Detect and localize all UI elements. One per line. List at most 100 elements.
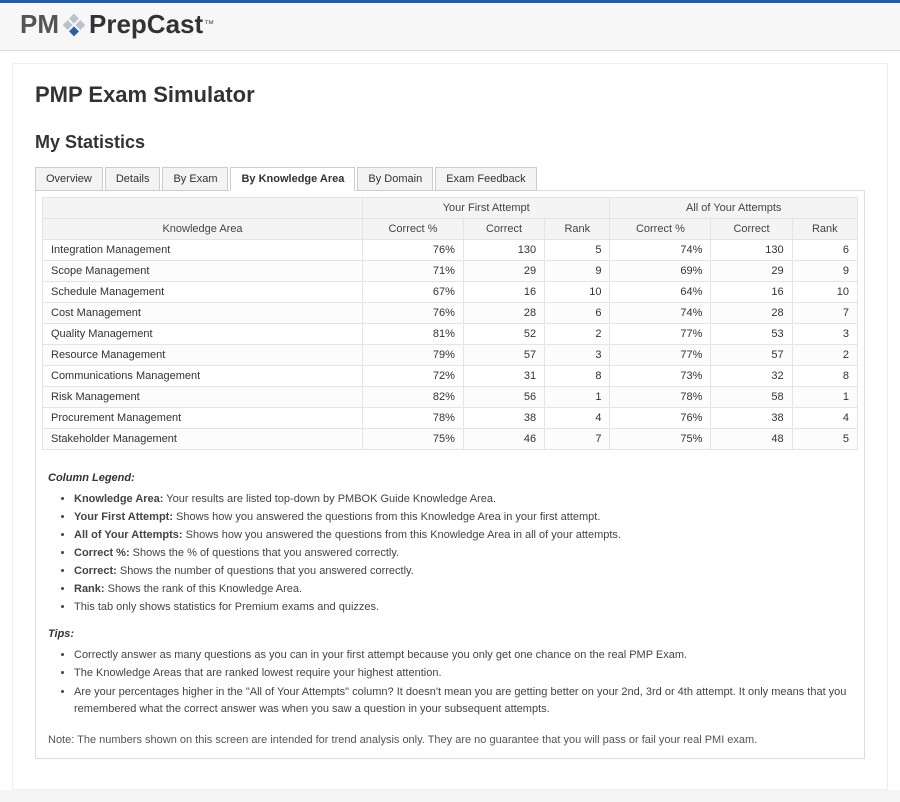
cell-first-correct: 46: [463, 429, 544, 450]
logo-tm: ™: [204, 19, 214, 30]
tab-details[interactable]: Details: [105, 167, 161, 191]
legend-item: Correct: Shows the number of questions t…: [74, 563, 852, 580]
cell-first-pct: 78%: [363, 408, 464, 429]
cell-all-pct: 74%: [610, 240, 711, 261]
cell-all-correct: 48: [711, 429, 792, 450]
cell-all-correct: 58: [711, 387, 792, 408]
cell-first-pct: 76%: [363, 303, 464, 324]
cell-all-correct: 53: [711, 324, 792, 345]
cell-first-correct: 52: [463, 324, 544, 345]
cell-first-correct: 28: [463, 303, 544, 324]
legend-item: This tab only shows statistics for Premi…: [74, 599, 852, 616]
cell-ka: Communications Management: [43, 366, 363, 387]
group-header-first: Your First Attempt: [363, 198, 610, 219]
tab-by-domain[interactable]: By Domain: [357, 167, 433, 191]
cell-all-correct: 29: [711, 261, 792, 282]
cell-all-pct: 64%: [610, 282, 711, 303]
cell-first-pct: 76%: [363, 240, 464, 261]
tip-item: The Knowledge Areas that are ranked lowe…: [74, 665, 852, 682]
section-title: My Statistics: [35, 132, 865, 153]
cell-first-correct: 31: [463, 366, 544, 387]
tip-item: Are your percentages higher in the "All …: [74, 684, 852, 718]
tips-title: Tips:: [48, 626, 852, 643]
cell-ka: Resource Management: [43, 345, 363, 366]
col-header-ka: Knowledge Area: [43, 219, 363, 240]
cell-first-correct: 56: [463, 387, 544, 408]
table-row: Resource Management79%57377%572: [43, 345, 858, 366]
legend-title: Column Legend:: [48, 470, 852, 487]
table-row: Stakeholder Management75%46775%485: [43, 429, 858, 450]
diamond-icon: [61, 12, 87, 38]
column-legend: Column Legend: Knowledge Area: Your resu…: [48, 470, 852, 718]
cell-all-pct: 69%: [610, 261, 711, 282]
tip-item: Correctly answer as many questions as yo…: [74, 647, 852, 664]
col-header-all-rank: Rank: [792, 219, 857, 240]
table-row: Cost Management76%28674%287: [43, 303, 858, 324]
tabs: OverviewDetailsBy ExamBy Knowledge AreaB…: [35, 167, 865, 191]
cell-first-rank: 5: [545, 240, 610, 261]
cell-first-rank: 2: [545, 324, 610, 345]
legend-item: All of Your Attempts: Shows how you answ…: [74, 527, 852, 544]
tab-by-knowledge-area[interactable]: By Knowledge Area: [230, 167, 355, 191]
cell-first-pct: 81%: [363, 324, 464, 345]
tips-list: Correctly answer as many questions as yo…: [48, 647, 852, 717]
cell-first-rank: 9: [545, 261, 610, 282]
topbar: PM PrepCast ™: [0, 3, 900, 51]
cell-first-pct: 71%: [363, 261, 464, 282]
cell-first-rank: 8: [545, 366, 610, 387]
col-header-first-pct: Correct %: [363, 219, 464, 240]
tab-by-exam[interactable]: By Exam: [162, 167, 228, 191]
cell-all-rank: 5: [792, 429, 857, 450]
cell-first-correct: 38: [463, 408, 544, 429]
table-row: Risk Management82%56178%581: [43, 387, 858, 408]
legend-item: Rank: Shows the rank of this Knowledge A…: [74, 581, 852, 598]
content-area: PMP Exam Simulator My Statistics Overvie…: [12, 63, 888, 790]
cell-ka: Quality Management: [43, 324, 363, 345]
cell-first-correct: 130: [463, 240, 544, 261]
group-header-all: All of Your Attempts: [610, 198, 858, 219]
cell-all-rank: 4: [792, 408, 857, 429]
tab-panel: Your First Attempt All of Your Attempts …: [35, 190, 865, 759]
tab-exam-feedback[interactable]: Exam Feedback: [435, 167, 536, 191]
cell-all-rank: 9: [792, 261, 857, 282]
cell-ka: Risk Management: [43, 387, 363, 408]
cell-all-rank: 3: [792, 324, 857, 345]
cell-first-rank: 4: [545, 408, 610, 429]
cell-all-pct: 78%: [610, 387, 711, 408]
logo-prepcast-text: PrepCast: [89, 9, 203, 40]
legend-item: Your First Attempt: Shows how you answer…: [74, 509, 852, 526]
table-row: Communications Management72%31873%328: [43, 366, 858, 387]
cell-all-correct: 130: [711, 240, 792, 261]
table-row: Scope Management71%29969%299: [43, 261, 858, 282]
logo: PM PrepCast ™: [20, 9, 880, 40]
cell-ka: Scope Management: [43, 261, 363, 282]
page-title: PMP Exam Simulator: [35, 82, 865, 108]
cell-first-rank: 1: [545, 387, 610, 408]
cell-first-correct: 57: [463, 345, 544, 366]
cell-ka: Stakeholder Management: [43, 429, 363, 450]
legend-list: Knowledge Area: Your results are listed …: [48, 491, 852, 616]
table-row: Quality Management81%52277%533: [43, 324, 858, 345]
cell-first-pct: 72%: [363, 366, 464, 387]
col-header-all-correct: Correct: [711, 219, 792, 240]
table-row: Integration Management76%130574%1306: [43, 240, 858, 261]
cell-ka: Cost Management: [43, 303, 363, 324]
legend-item: Knowledge Area: Your results are listed …: [74, 491, 852, 508]
cell-first-correct: 16: [463, 282, 544, 303]
cell-all-correct: 57: [711, 345, 792, 366]
col-header-first-rank: Rank: [545, 219, 610, 240]
cell-ka: Schedule Management: [43, 282, 363, 303]
page-root: PM PrepCast ™ PMP Exam Simulator My Stat…: [0, 0, 900, 790]
cell-all-rank: 2: [792, 345, 857, 366]
cell-first-rank: 10: [545, 282, 610, 303]
cell-all-pct: 75%: [610, 429, 711, 450]
cell-all-rank: 7: [792, 303, 857, 324]
cell-all-pct: 76%: [610, 408, 711, 429]
cell-first-pct: 82%: [363, 387, 464, 408]
cell-all-pct: 77%: [610, 324, 711, 345]
cell-first-pct: 67%: [363, 282, 464, 303]
tab-overview[interactable]: Overview: [35, 167, 103, 191]
cell-all-rank: 6: [792, 240, 857, 261]
table-row: Procurement Management78%38476%384: [43, 408, 858, 429]
legend-item: Correct %: Shows the % of questions that…: [74, 545, 852, 562]
